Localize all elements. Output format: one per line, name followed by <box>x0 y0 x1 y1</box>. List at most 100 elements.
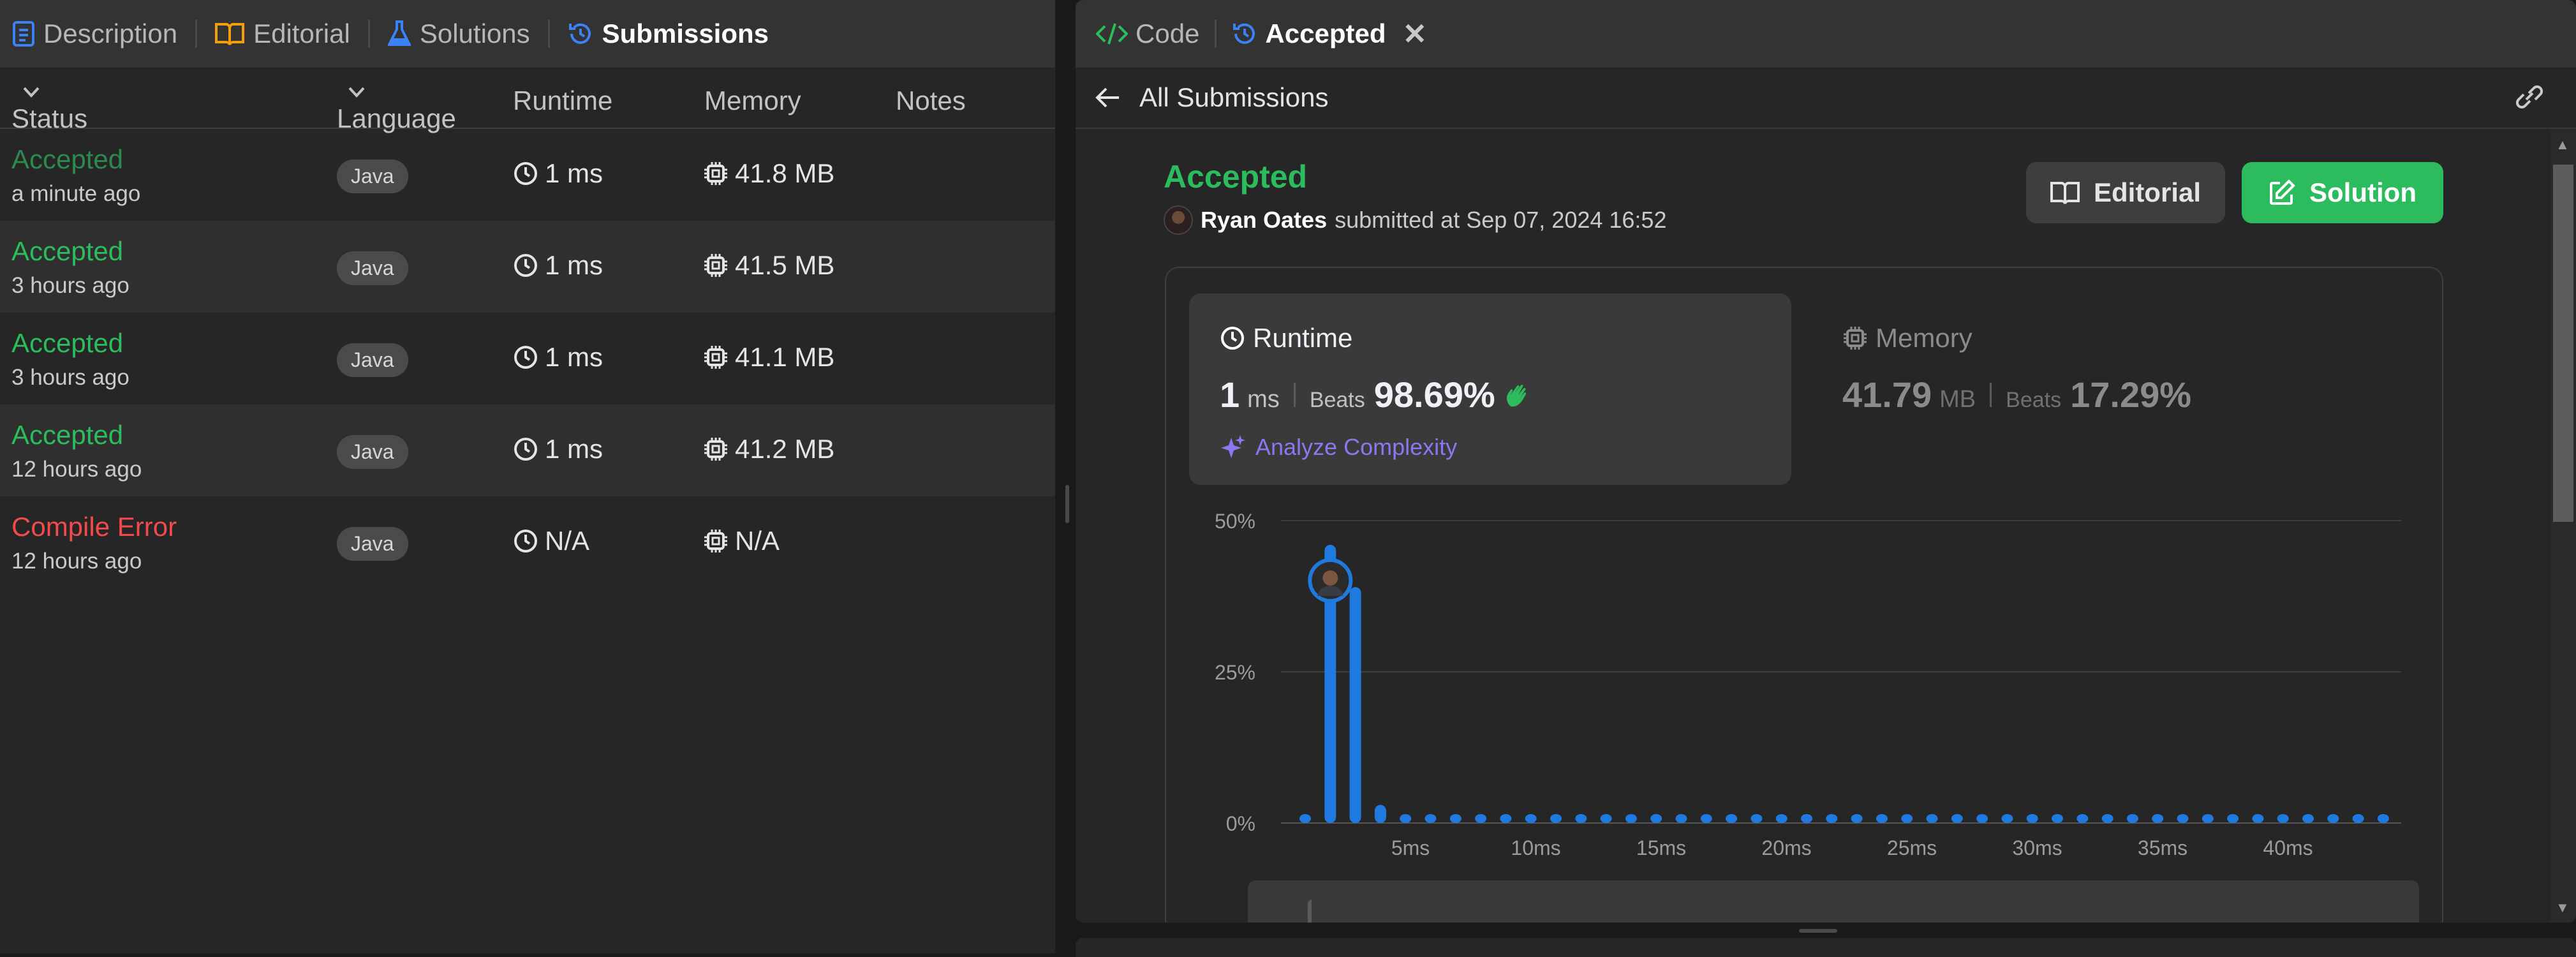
chart-bar[interactable] <box>2076 814 2089 823</box>
scroll-thumb[interactable] <box>2553 165 2573 522</box>
chart-bar[interactable] <box>1976 814 1988 823</box>
solution-button[interactable]: Solution <box>2242 162 2443 223</box>
chart-bar[interactable] <box>1926 814 1938 823</box>
vertical-resize-handle[interactable] <box>1065 485 1069 523</box>
chart-range-strip[interactable] <box>1248 880 2419 923</box>
runtime-cell: N/A <box>513 526 589 556</box>
chart-bar[interactable] <box>2227 814 2239 823</box>
runtime-value: N/A <box>545 526 590 556</box>
chart-bar[interactable] <box>1575 814 1587 823</box>
chart-bar[interactable] <box>1550 814 1562 823</box>
chart-bar[interactable] <box>2152 814 2164 823</box>
clock-icon <box>514 162 537 185</box>
chart-bar[interactable] <box>1801 814 1812 823</box>
tab-code[interactable]: Code <box>1096 0 1199 68</box>
tab-editorial-label: Editorial <box>253 19 350 48</box>
chart-bar[interactable] <box>2026 814 2038 823</box>
bottom-panel-edge <box>1076 938 2576 957</box>
chart-bar[interactable] <box>1675 814 1687 823</box>
back-arrow-icon[interactable] <box>1095 86 1120 109</box>
chart-bar[interactable] <box>1775 814 1788 823</box>
chart-bar[interactable] <box>2327 814 2339 823</box>
analyze-complexity-link[interactable]: Analyze Complexity <box>1220 434 1457 461</box>
chart-bar[interactable] <box>1876 814 1888 823</box>
memory-cell: 41.1 MB <box>703 342 834 373</box>
chart-bar[interactable] <box>1951 814 1963 823</box>
memory-beats-label: Beats <box>2006 388 2062 412</box>
table-row[interactable]: Accepted 12 hours ago Java 1 ms 41.2 MB <box>0 404 1055 496</box>
chart-bar[interactable] <box>1349 587 1361 823</box>
submission-time: 3 hours ago <box>11 365 130 390</box>
table-row[interactable]: Accepted a minute ago Java 1 ms 41.8 MB <box>0 129 1055 221</box>
chart-bar[interactable] <box>2177 814 2189 823</box>
submission-status[interactable]: Accepted <box>11 144 123 175</box>
tab-solutions[interactable]: Solutions <box>387 0 530 68</box>
scroll-down-arrow-icon[interactable]: ▼ <box>2556 900 2570 916</box>
chart-bar[interactable] <box>1751 814 1763 823</box>
chart-bar[interactable] <box>1449 814 1462 823</box>
chart-bar[interactable] <box>1851 814 1863 823</box>
language-badge: Java <box>337 343 408 377</box>
table-row[interactable]: Accepted 3 hours ago Java 1 ms 41.1 MB <box>0 313 1055 404</box>
runtime-card[interactable]: Runtime 1 ms Beats 98.69% Analyze Comple… <box>1189 293 1791 485</box>
runtime-value: 1 ms <box>545 250 603 280</box>
tab-submissions[interactable]: Submissions <box>568 0 769 68</box>
editorial-button[interactable]: Editorial <box>2026 162 2225 223</box>
chart-bar[interactable] <box>1826 814 1838 823</box>
submission-status[interactable]: Accepted <box>11 328 123 359</box>
chart-bar[interactable] <box>2352 814 2364 823</box>
chart-bar[interactable] <box>1625 814 1637 823</box>
history-icon <box>568 21 593 47</box>
runtime-distribution-chart[interactable]: 50% 25% 0% 5ms 10ms 15ms 20ms 25ms 30ms 35ms 40ms <box>1166 504 2442 861</box>
chart-bar[interactable] <box>2052 814 2063 823</box>
share-link-icon[interactable] <box>2513 84 2545 116</box>
detail-scrollbar[interactable]: ▲ ▼ <box>2550 129 2576 923</box>
chart-bar[interactable] <box>2001 814 2013 823</box>
runtime-unit: ms <box>1247 386 1280 413</box>
x-tick-label: 35ms <box>2138 836 2187 859</box>
chart-bar[interactable] <box>1600 814 1612 823</box>
chart-bar[interactable] <box>2126 814 2138 823</box>
all-submissions-link[interactable]: All Submissions <box>1139 82 1328 113</box>
chart-bar[interactable] <box>1475 814 1487 823</box>
scroll-up-arrow-icon[interactable]: ▲ <box>2556 137 2570 153</box>
tab-description[interactable]: Description <box>13 0 177 68</box>
language-filter[interactable]: Language <box>337 85 456 133</box>
memory-cell: 41.8 MB <box>703 158 834 189</box>
chart-bar[interactable] <box>1299 814 1311 823</box>
chart-bar[interactable] <box>1400 814 1412 823</box>
submission-status[interactable]: Accepted <box>11 236 123 267</box>
chart-bar[interactable] <box>1650 814 1662 823</box>
chart-bar[interactable] <box>1901 814 1913 823</box>
avatar[interactable] <box>1164 205 1193 235</box>
chart-bar[interactable] <box>2101 814 2113 823</box>
chart-bar[interactable] <box>2252 814 2264 823</box>
chart-bar[interactable] <box>1374 805 1386 823</box>
table-row[interactable]: Accepted 3 hours ago Java 1 ms 41.5 MB <box>0 221 1055 313</box>
horizontal-resize-handle[interactable] <box>1799 929 1837 933</box>
chart-bar[interactable] <box>1425 814 1437 823</box>
user-position-marker[interactable] <box>1308 558 1353 603</box>
sparkle-icon <box>1221 435 1245 458</box>
chart-bar[interactable] <box>1500 814 1512 823</box>
submission-status[interactable]: Compile Error <box>11 512 177 542</box>
chip-icon <box>1844 327 1867 350</box>
chart-bar[interactable] <box>2202 814 2214 823</box>
author-name[interactable]: Ryan Oates <box>1201 207 1327 234</box>
chart-bar[interactable] <box>2377 814 2389 823</box>
chart-bar[interactable] <box>1726 814 1738 823</box>
tab-code-label: Code <box>1136 19 1200 48</box>
submission-status[interactable]: Accepted <box>11 420 123 450</box>
status-filter[interactable]: Status <box>11 85 87 133</box>
chart-bar[interactable] <box>2302 814 2314 823</box>
tab-editorial[interactable]: Editorial <box>215 0 350 68</box>
memory-card[interactable]: Memory 41.79 MB Beats 17.29% <box>1812 293 2386 485</box>
clock-icon <box>514 530 537 553</box>
chart-bar[interactable] <box>2277 814 2289 823</box>
chart-bar[interactable] <box>1700 814 1712 823</box>
table-row[interactable]: Compile Error 12 hours ago Java N/A N/A <box>0 496 1055 588</box>
close-icon[interactable]: ✕ <box>1402 17 1427 51</box>
tab-accepted[interactable]: Accepted ✕ <box>1232 0 1427 68</box>
submissions-panel: Description Editorial Solutions Submissi… <box>0 0 1058 953</box>
chart-bar[interactable] <box>1525 814 1537 823</box>
